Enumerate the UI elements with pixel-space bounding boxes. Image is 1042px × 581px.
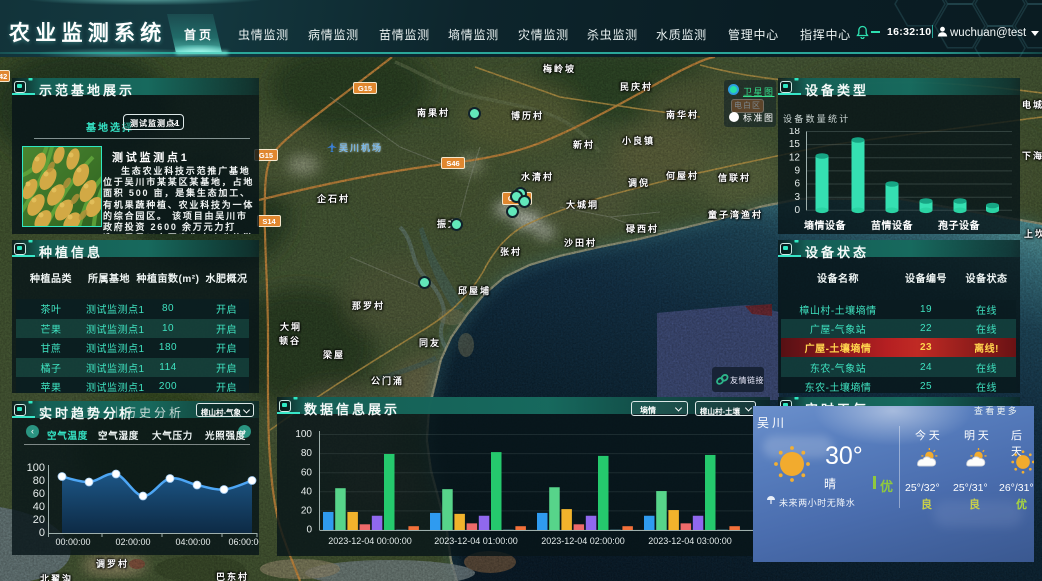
svg-text:2023-12-04 01:00:00: 2023-12-04 01:00:00 bbox=[434, 536, 518, 546]
svg-text:02:00:00: 02:00:00 bbox=[115, 537, 150, 547]
svg-text:15: 15 bbox=[789, 139, 801, 150]
svg-text:60: 60 bbox=[301, 467, 313, 478]
svg-text:06:00:00: 06:00:00 bbox=[228, 537, 259, 547]
svg-text:9: 9 bbox=[794, 166, 800, 177]
svg-text:100: 100 bbox=[27, 462, 45, 474]
svg-text:0: 0 bbox=[306, 525, 312, 536]
svg-text:80: 80 bbox=[33, 475, 45, 487]
svg-text:2023-12-04 02:00:00: 2023-12-04 02:00:00 bbox=[541, 536, 625, 546]
svg-text:20: 20 bbox=[33, 514, 45, 526]
svg-text:0: 0 bbox=[39, 527, 45, 539]
svg-text:12: 12 bbox=[789, 152, 801, 163]
svg-text:3: 3 bbox=[794, 192, 800, 203]
svg-text:04:00:00: 04:00:00 bbox=[175, 537, 210, 547]
svg-text:100: 100 bbox=[295, 429, 312, 440]
svg-text:18: 18 bbox=[789, 128, 801, 137]
svg-text:60: 60 bbox=[33, 488, 45, 500]
svg-text:2023-12-04 03:00:00: 2023-12-04 03:00:00 bbox=[648, 536, 732, 546]
svg-text:80: 80 bbox=[301, 448, 313, 459]
svg-text:40: 40 bbox=[33, 501, 45, 513]
svg-text:00:00:00: 00:00:00 bbox=[55, 537, 90, 547]
svg-text:6: 6 bbox=[794, 179, 800, 190]
svg-text:40: 40 bbox=[301, 486, 313, 497]
svg-text:2023-12-04 00:00:00: 2023-12-04 00:00:00 bbox=[328, 536, 412, 546]
svg-text:0: 0 bbox=[794, 205, 800, 216]
svg-text:20: 20 bbox=[301, 506, 313, 517]
